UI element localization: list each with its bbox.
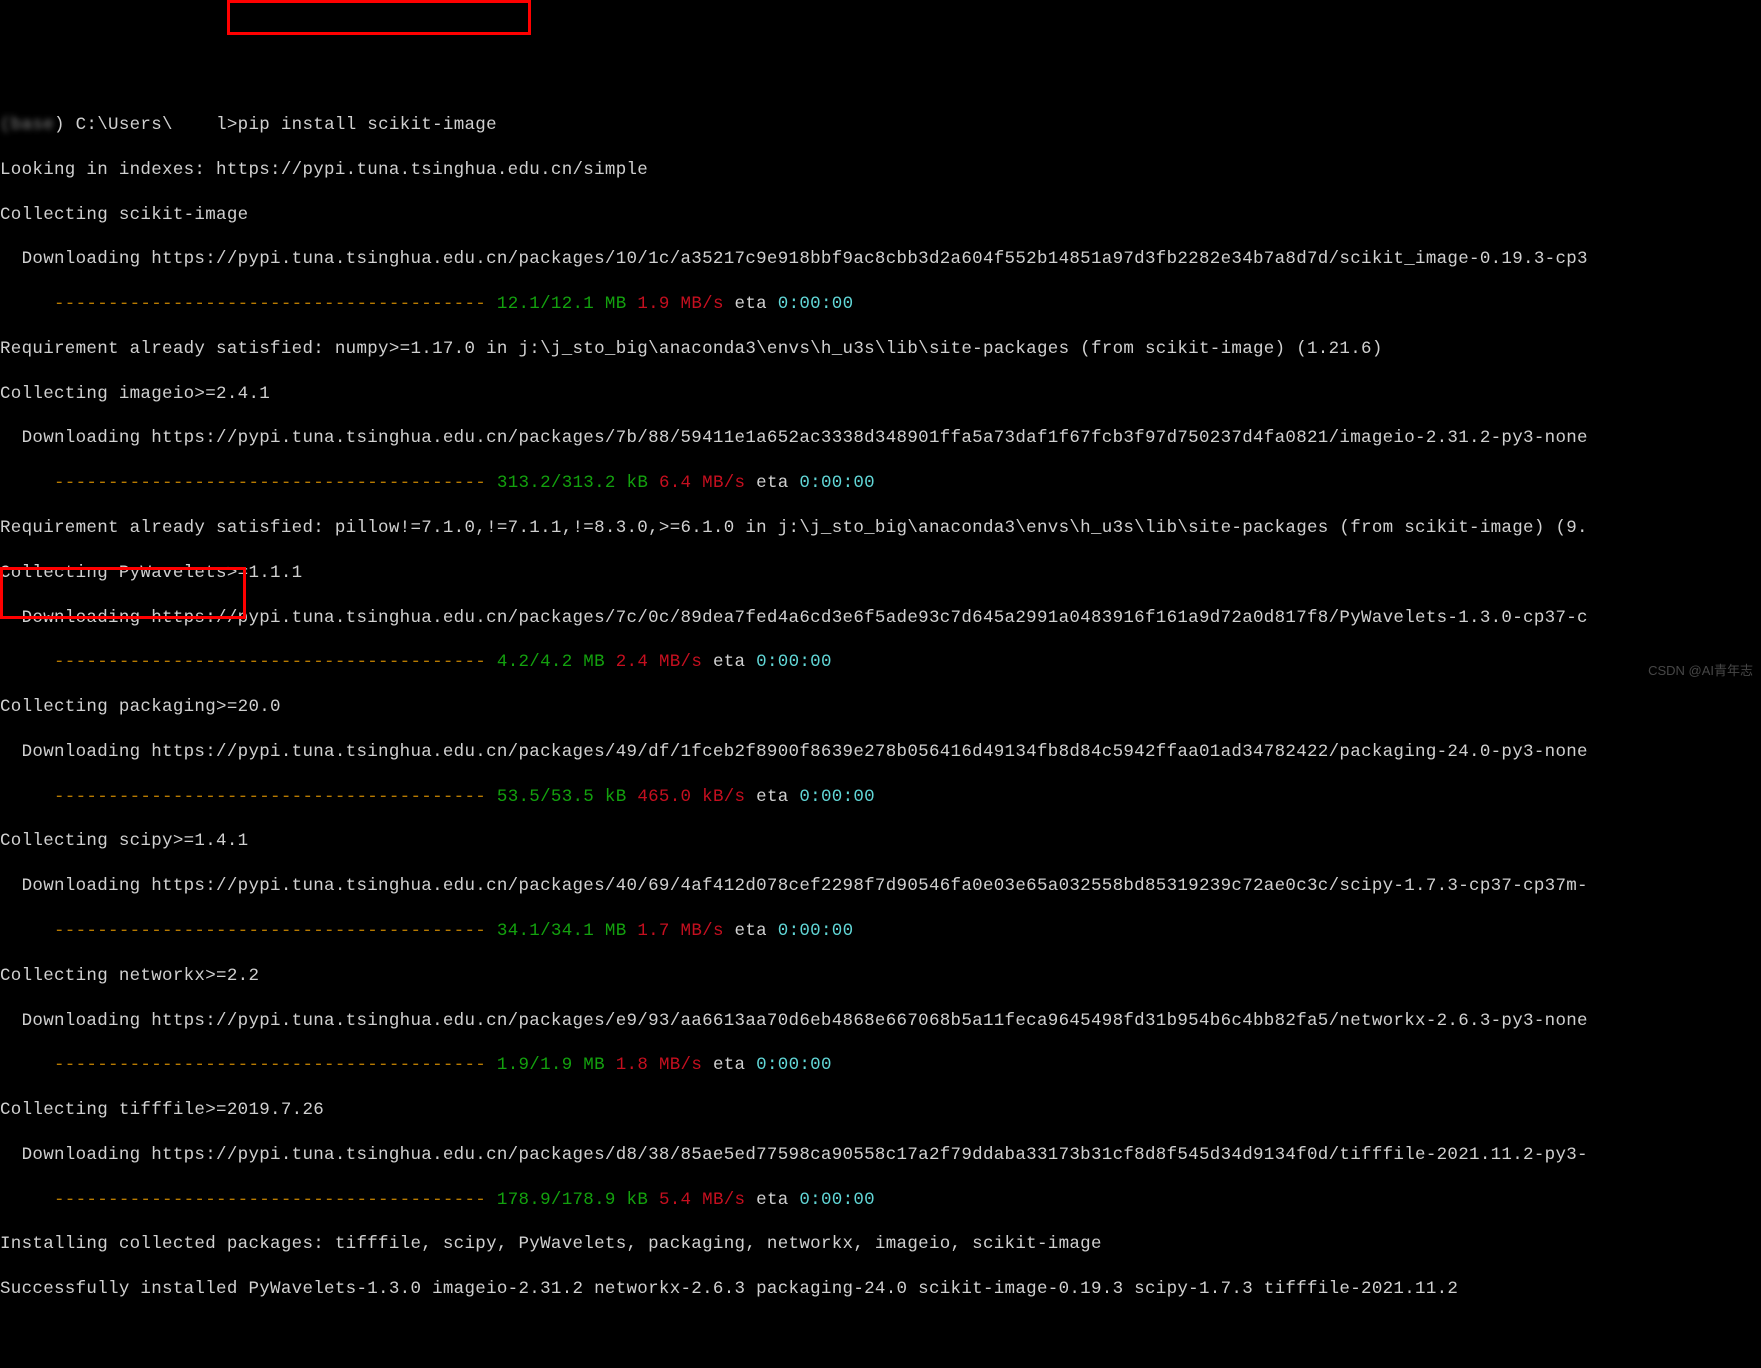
command-text: pip install scikit-image	[238, 115, 497, 135]
progress-speed: 6.4 MB/s	[659, 473, 745, 493]
progress-bar: ----------------------------------------	[0, 1190, 497, 1210]
progress-size: 12.1/12.1 MB	[497, 294, 627, 314]
username-blur	[173, 115, 216, 135]
eta-value: 0:00:00	[799, 787, 875, 807]
progress-bar: ----------------------------------------	[0, 652, 497, 672]
terminal-output: (base) C:\Users\ l>pip install scikit-im…	[0, 90, 1761, 1323]
eta-label: eta	[702, 652, 756, 672]
prompt-path: ) C:\Users\	[54, 115, 173, 135]
progress-line: ----------------------------------------…	[0, 1189, 1761, 1211]
progress-speed: 1.7 MB/s	[637, 921, 723, 941]
progress-size: 178.9/178.9 kB	[497, 1190, 648, 1210]
output-line: Successfully installed PyWavelets-1.3.0 …	[0, 1278, 1761, 1300]
output-line: Collecting PyWavelets>=1.1.1	[0, 562, 1761, 584]
progress-size: 4.2/4.2 MB	[497, 652, 605, 672]
eta-label: eta	[724, 294, 778, 314]
progress-speed: 465.0 kB/s	[637, 787, 745, 807]
progress-size: 53.5/53.5 kB	[497, 787, 627, 807]
output-line: Collecting scipy>=1.4.1	[0, 830, 1761, 852]
eta-value: 0:00:00	[799, 473, 875, 493]
output-line: Downloading https://pypi.tuna.tsinghua.e…	[0, 875, 1761, 897]
prompt-end: l>	[216, 115, 238, 135]
eta-value: 0:00:00	[756, 652, 832, 672]
output-line: Collecting scikit-image	[0, 204, 1761, 226]
progress-bar: ----------------------------------------	[0, 473, 497, 493]
progress-bar: ----------------------------------------	[0, 294, 497, 314]
progress-size: 34.1/34.1 MB	[497, 921, 627, 941]
progress-line: ----------------------------------------…	[0, 1054, 1761, 1076]
output-line: Collecting packaging>=20.0	[0, 696, 1761, 718]
output-line: Downloading https://pypi.tuna.tsinghua.e…	[0, 1010, 1761, 1032]
eta-value: 0:00:00	[778, 921, 854, 941]
progress-line: ----------------------------------------…	[0, 293, 1761, 315]
eta-value: 0:00:00	[799, 1190, 875, 1210]
progress-line: ----------------------------------------…	[0, 472, 1761, 494]
eta-value: 0:00:00	[756, 1055, 832, 1075]
eta-value: 0:00:00	[778, 294, 854, 314]
progress-size: 313.2/313.2 kB	[497, 473, 648, 493]
env-prefix: (base	[0, 115, 54, 135]
output-line: Downloading https://pypi.tuna.tsinghua.e…	[0, 427, 1761, 449]
output-line: Downloading https://pypi.tuna.tsinghua.e…	[0, 248, 1761, 270]
progress-line: ----------------------------------------…	[0, 651, 1761, 673]
prompt-line[interactable]: (base) C:\Users\ l>pip install scikit-im…	[0, 114, 1761, 136]
progress-bar: ----------------------------------------	[0, 1055, 497, 1075]
output-line: Collecting imageio>=2.4.1	[0, 383, 1761, 405]
eta-label: eta	[745, 1190, 799, 1210]
output-line: Downloading https://pypi.tuna.tsinghua.e…	[0, 741, 1761, 763]
progress-speed: 5.4 MB/s	[659, 1190, 745, 1210]
output-line: Requirement already satisfied: pillow!=7…	[0, 517, 1761, 539]
eta-label: eta	[724, 921, 778, 941]
highlight-box-command	[227, 0, 531, 35]
output-line: Downloading https://pypi.tuna.tsinghua.e…	[0, 607, 1761, 629]
progress-speed: 2.4 MB/s	[616, 652, 702, 672]
output-line: Collecting networkx>=2.2	[0, 965, 1761, 987]
watermark-text: CSDN @AI青年志	[1648, 663, 1753, 680]
output-line: Looking in indexes: https://pypi.tuna.ts…	[0, 159, 1761, 181]
progress-line: ----------------------------------------…	[0, 920, 1761, 942]
output-line: Installing collected packages: tifffile,…	[0, 1233, 1761, 1255]
output-line: Requirement already satisfied: numpy>=1.…	[0, 338, 1761, 360]
progress-size: 1.9/1.9 MB	[497, 1055, 605, 1075]
progress-bar: ----------------------------------------	[0, 921, 497, 941]
output-line: Collecting tifffile>=2019.7.26	[0, 1099, 1761, 1121]
eta-label: eta	[745, 787, 799, 807]
progress-line: ----------------------------------------…	[0, 786, 1761, 808]
output-line: Downloading https://pypi.tuna.tsinghua.e…	[0, 1144, 1761, 1166]
progress-speed: 1.8 MB/s	[616, 1055, 702, 1075]
progress-bar: ----------------------------------------	[0, 787, 497, 807]
eta-label: eta	[702, 1055, 756, 1075]
progress-speed: 1.9 MB/s	[637, 294, 723, 314]
eta-label: eta	[745, 473, 799, 493]
